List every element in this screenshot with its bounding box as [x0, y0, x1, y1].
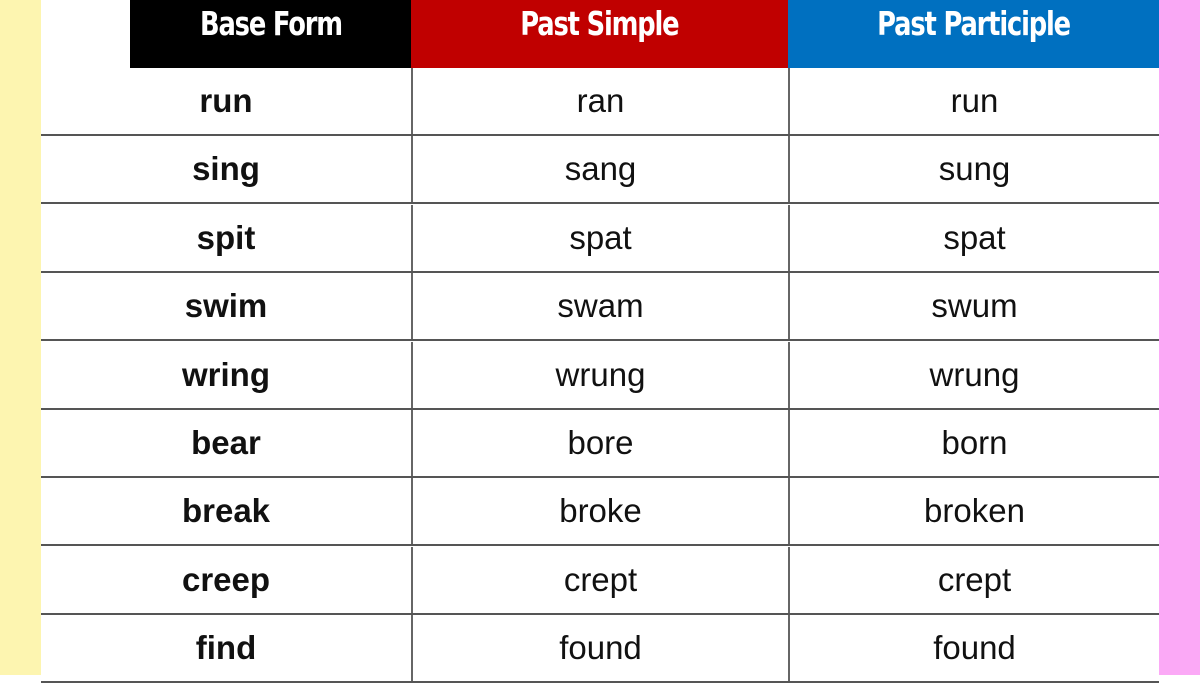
table-row: creep crept crept	[41, 546, 1159, 615]
header-label: Past Participle	[877, 4, 1071, 43]
past-simple-cell: sang	[411, 136, 788, 203]
table-row: bear bore born	[41, 410, 1159, 478]
header-base-form: Base Form	[130, 0, 411, 68]
left-decorative-strip	[0, 0, 41, 675]
past-participle-cell: found	[788, 615, 1159, 682]
past-simple-cell: crept	[411, 546, 788, 613]
table-row: run ran run	[41, 68, 1159, 136]
header-label: Base Form	[199, 4, 343, 43]
table-row: wring wrung wrung	[41, 341, 1159, 410]
past-simple-cell: swam	[411, 273, 788, 340]
base-form-cell: sing	[192, 150, 260, 188]
base-form-cell: swim	[184, 287, 268, 325]
past-participle-cell: spat	[788, 204, 1159, 271]
base-form-cell: find	[195, 629, 257, 667]
past-simple-cell: found	[411, 615, 788, 682]
past-participle-cell: sung	[788, 136, 1159, 203]
base-form-cell: break	[181, 492, 271, 530]
table-row: sing sang sung	[41, 136, 1159, 205]
table-header: Base Form Past Simple Past Participle	[41, 0, 1159, 68]
past-participle-cell: wrung	[788, 341, 1159, 408]
table-row: find found found	[41, 615, 1159, 683]
past-participle-cell: born	[788, 410, 1159, 476]
right-decorative-strip	[1159, 0, 1200, 675]
past-participle-cell: swum	[788, 273, 1159, 340]
past-simple-cell: bore	[411, 410, 788, 476]
past-simple-cell: broke	[411, 478, 788, 545]
table-row: break broke broken	[41, 478, 1159, 547]
past-simple-cell: wrung	[411, 341, 788, 408]
base-form-cell: wring	[182, 355, 270, 393]
past-participle-cell: run	[788, 68, 1159, 134]
table-row: swim swam swum	[41, 273, 1159, 342]
header-past-participle: Past Participle	[788, 0, 1159, 68]
past-participle-cell: crept	[788, 546, 1159, 613]
past-participle-cell: broken	[788, 478, 1159, 545]
base-form-cell: creep	[181, 560, 271, 598]
header-label: Past Simple	[520, 4, 679, 43]
verb-forms-table: Base Form Past Simple Past Participle ru…	[41, 0, 1159, 683]
base-form-cell: run	[199, 82, 253, 119]
base-form-cell: spit	[196, 218, 256, 256]
past-simple-cell: spat	[411, 204, 788, 271]
table-row: spit spat spat	[41, 204, 1159, 273]
base-form-cell: bear	[191, 424, 261, 461]
header-past-simple: Past Simple	[411, 0, 788, 68]
past-simple-cell: ran	[411, 68, 788, 134]
